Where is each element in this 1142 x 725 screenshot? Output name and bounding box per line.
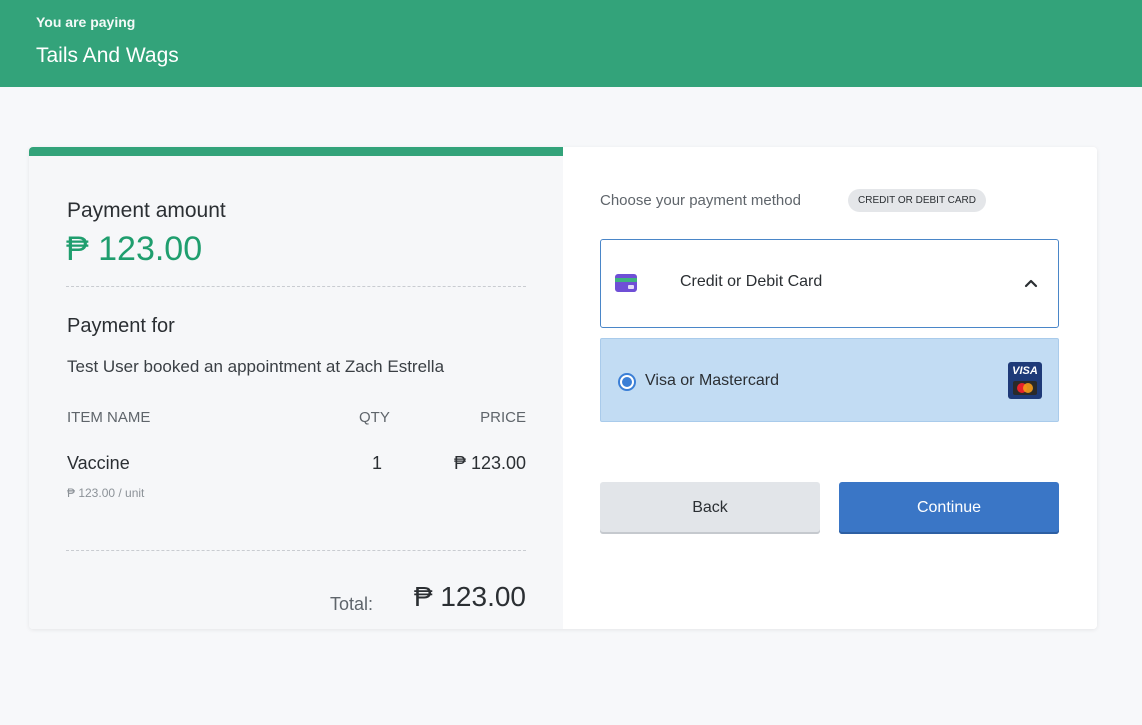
item-qty: 1 (372, 453, 383, 473)
card-icon (615, 274, 637, 292)
mastercard-icon (1013, 381, 1037, 395)
header-subtitle: You are paying (36, 14, 136, 30)
visa-logo-text: VISA (1012, 365, 1038, 377)
visa-mastercard-icon: VISA (1008, 362, 1042, 399)
payment-description: Test User booked an appointment at Zach … (67, 357, 445, 376)
continue-button[interactable]: Continue (839, 482, 1059, 534)
visa-mastercard-option[interactable]: Visa or Mastercard VISA (600, 338, 1059, 422)
checkout-header: You are paying Tails And Wags (0, 0, 1142, 87)
visa-mastercard-radio[interactable] (618, 373, 636, 391)
choose-method-label: Choose your payment method (600, 192, 801, 209)
credit-debit-card-label: Credit or Debit Card (680, 273, 823, 290)
visa-mastercard-label: Visa or Mastercard (645, 372, 779, 389)
item-name: Vaccine (67, 453, 130, 473)
item-price: ₱ 123.00 (453, 453, 526, 473)
merchant-name: Tails And Wags (36, 44, 179, 67)
divider (66, 286, 526, 287)
item-unit-price: ₱ 123.00 / unit (67, 486, 145, 500)
chevron-up-icon[interactable] (1024, 278, 1038, 288)
divider (66, 550, 526, 551)
order-summary-panel: Payment amount ₱ 123.00 Payment for Test… (29, 147, 563, 629)
checkout-card: Payment amount ₱ 123.00 Payment for Test… (29, 147, 1097, 629)
selected-method-badge: CREDIT OR DEBIT CARD (848, 189, 986, 212)
payment-method-panel: Choose your payment method CREDIT OR DEB… (563, 147, 1097, 629)
total-label: Total: (330, 594, 374, 614)
credit-debit-card-accordion[interactable]: Credit or Debit Card (600, 239, 1059, 328)
payment-amount-label: Payment amount (67, 199, 226, 222)
column-header-qty: QTY (359, 409, 390, 426)
payment-amount: ₱ 123.00 (66, 230, 203, 268)
column-header-price: PRICE (480, 409, 526, 426)
column-header-item-name: ITEM NAME (67, 409, 151, 426)
payment-for-label: Payment for (67, 315, 175, 337)
total-value: ₱ 123.00 (413, 581, 526, 612)
back-button[interactable]: Back (600, 482, 820, 534)
